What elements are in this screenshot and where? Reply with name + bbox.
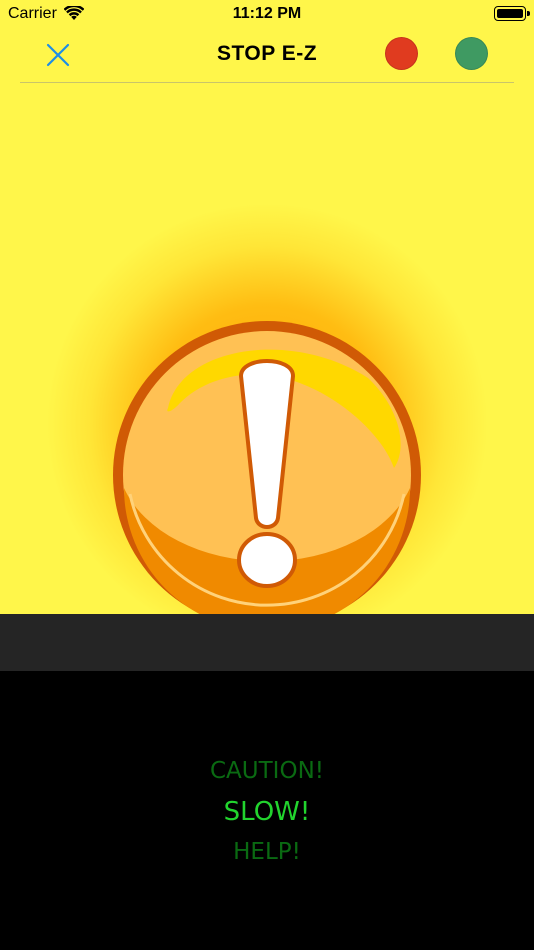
status-time: 11:12 PM xyxy=(232,5,302,22)
stop-red-button[interactable] xyxy=(385,37,418,70)
mode-option-help[interactable]: HELP! xyxy=(0,839,534,865)
page-title: STOP E-Z xyxy=(216,42,318,65)
main-yellow-area: Carrier 11:12 PM STOP E-Z xyxy=(0,0,534,614)
mode-option-caution[interactable]: CAUTION! xyxy=(0,758,534,784)
separator-band xyxy=(0,614,534,671)
battery-icon xyxy=(494,6,530,21)
mode-option-slow[interactable]: SLOW! xyxy=(0,797,534,827)
status-bar: Carrier 11:12 PM xyxy=(0,0,534,28)
nav-bar: STOP E-Z xyxy=(0,28,534,82)
go-green-button[interactable] xyxy=(455,37,488,70)
nav-divider xyxy=(20,82,514,83)
caution-exclamation-icon[interactable] xyxy=(110,318,424,614)
